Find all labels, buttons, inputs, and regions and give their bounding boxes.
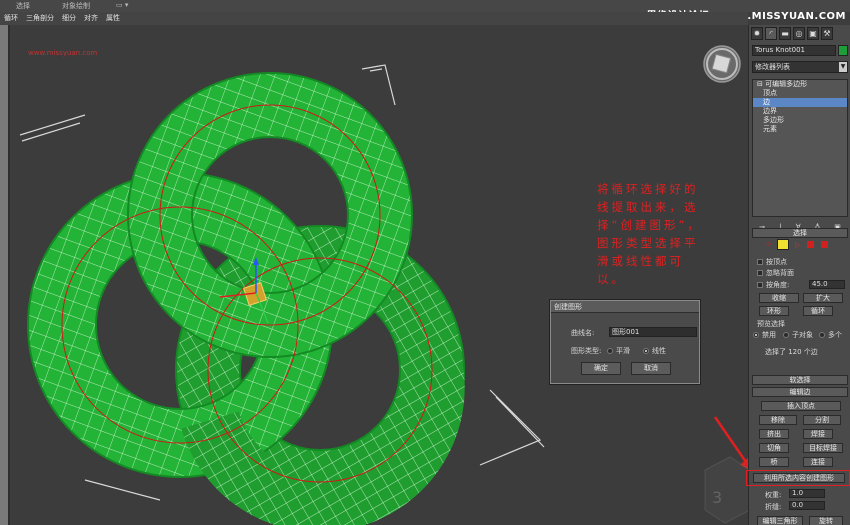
vertex-mode-icon[interactable]: ⁘: [765, 240, 773, 250]
chevron-down-icon: ▼: [839, 62, 847, 72]
target-weld-button[interactable]: 目标焊接: [803, 443, 843, 453]
radio-icon: [819, 332, 825, 338]
edit-triangulation-button[interactable]: 编辑三角形: [757, 516, 803, 525]
app-window: 选择 对象绘制 ▭ ▾ 思缘设计论坛 WWW.MISSYUAN.COM 循环 三…: [0, 0, 850, 525]
dialog-title: 创建图形: [551, 301, 699, 313]
weight-input[interactable]: 1.0: [789, 489, 825, 498]
radio-icon: [607, 348, 613, 354]
utilities-tab-icon[interactable]: ⚒: [821, 27, 833, 40]
create-tab-icon[interactable]: ✹: [751, 27, 763, 40]
selection-status: 选择了 120 个边: [765, 348, 818, 356]
shape-type-label: 图形类型:: [571, 347, 602, 355]
stack-item-vertex[interactable]: 顶点: [753, 89, 847, 98]
curve-name-label: 曲线名:: [571, 329, 595, 337]
ignore-backface-checkbox[interactable]: 忽略背面: [757, 268, 794, 278]
stack-item-editable-poly[interactable]: ⊟ 可编辑多边形: [753, 80, 847, 89]
angle-input[interactable]: 45.0: [809, 280, 845, 289]
by-vertex-checkbox[interactable]: 按顶点: [757, 257, 787, 267]
panel-tabs: ✹ ◜ ▬ ◎ ▣ ⚒: [751, 27, 849, 41]
crease-input[interactable]: 0.0: [789, 501, 825, 510]
preview-multiple-radio[interactable]: 多个: [819, 330, 842, 340]
bridge-button[interactable]: 桥: [759, 457, 789, 467]
menu-align[interactable]: 对齐: [80, 12, 102, 25]
preview-subobject-radio[interactable]: 子对象: [783, 330, 813, 340]
viewcube-icon[interactable]: [703, 45, 741, 83]
chamfer-button[interactable]: 切角: [759, 443, 789, 453]
left-scroll-strip: [0, 25, 8, 525]
element-mode-icon[interactable]: [821, 241, 828, 248]
extrude-button[interactable]: 挤出: [759, 429, 789, 439]
radio-linear[interactable]: 线性: [643, 346, 666, 356]
menu-subdivide[interactable]: 细分: [58, 12, 80, 25]
create-shape-highlight: [746, 470, 850, 486]
stack-item-element[interactable]: 元素: [753, 125, 847, 134]
selection-rollout-header[interactable]: 选择: [752, 228, 848, 238]
instruction-annotation: 将循环选择好的线提取出来，选择“创建图形”，图形类型选择平滑或线性都可以。: [597, 182, 702, 286]
edit-edges-rollout-header[interactable]: 编辑边: [752, 387, 848, 397]
stack-item-border[interactable]: 边界: [753, 107, 847, 116]
soft-selection-rollout-header[interactable]: 软选择: [752, 375, 848, 385]
object-paint-label: 对象绘制: [62, 2, 90, 10]
stack-item-edge[interactable]: 边: [753, 98, 847, 107]
turn-button[interactable]: 旋转: [809, 516, 843, 525]
checkbox-icon: [757, 259, 763, 265]
split-button[interactable]: 分割: [803, 415, 841, 425]
connect-button[interactable]: 连接: [803, 457, 833, 467]
edge-mode-icon[interactable]: [777, 239, 789, 250]
polygon-mode-icon[interactable]: [807, 241, 814, 248]
create-shape-dialog: 创建图形 曲线名: 图形001 图形类型: 平滑 线性 确定 取消: [550, 300, 700, 384]
checkbox-icon: [757, 282, 763, 288]
menu-properties[interactable]: 属性: [102, 12, 124, 25]
radio-smooth[interactable]: 平滑: [607, 346, 630, 356]
checkbox-icon: [757, 270, 763, 276]
preview-off-radio[interactable]: 禁用: [753, 330, 776, 340]
ribbon-menubar: 循环 三角剖分 细分 对齐 属性: [0, 12, 748, 25]
app-logo-icon: 3: [704, 456, 748, 524]
grow-button[interactable]: 扩大: [803, 293, 843, 303]
preview-selection-label: 预览选择: [757, 320, 785, 328]
object-color-swatch[interactable]: [838, 45, 848, 56]
crease-label: 折缝:: [765, 503, 782, 511]
radio-checked-icon: [753, 332, 759, 338]
remove-button[interactable]: 移除: [759, 415, 797, 425]
motion-tab-icon[interactable]: ◎: [793, 27, 805, 40]
stack-item-polygon[interactable]: 多边形: [753, 116, 847, 125]
loop-button[interactable]: 循环: [803, 306, 833, 316]
dropdown-icon[interactable]: ▭ ▾: [116, 1, 128, 9]
menu-triangulate[interactable]: 三角剖分: [22, 12, 58, 25]
select-label: 选择: [16, 2, 30, 10]
radio-checked-icon: [643, 348, 649, 354]
by-angle-checkbox[interactable]: 按角度:: [757, 280, 789, 290]
svg-text:3: 3: [712, 488, 722, 507]
object-name-field[interactable]: Torus Knot001: [752, 45, 836, 56]
display-tab-icon[interactable]: ▣: [807, 27, 819, 40]
ring-button[interactable]: 环形: [759, 306, 789, 316]
shrink-button[interactable]: 收缩: [759, 293, 799, 303]
modifier-stack: ⊟ 可编辑多边形 顶点 边 边界 多边形 元素: [752, 79, 848, 217]
radio-icon: [783, 332, 789, 338]
border-mode-icon[interactable]: ▷: [795, 241, 800, 249]
menu-loop[interactable]: 循环: [0, 12, 22, 25]
modifier-list-dropdown[interactable]: 修改器列表 ▼: [752, 61, 848, 73]
insert-vertex-button[interactable]: 插入顶点: [761, 401, 841, 411]
curve-name-input[interactable]: 图形001: [609, 327, 697, 337]
cancel-button[interactable]: 取消: [631, 362, 671, 375]
ok-button[interactable]: 确定: [581, 362, 621, 375]
weight-label: 权重:: [765, 491, 782, 499]
perspective-viewport[interactable]: www.missyuan.com 3 将循环选择好的线提取出来，选择“创建图形”…: [8, 25, 748, 525]
hierarchy-tab-icon[interactable]: ▬: [779, 27, 791, 40]
modify-tab-icon[interactable]: ◜: [765, 27, 777, 40]
weld-button[interactable]: 焊接: [803, 429, 833, 439]
command-panel: ✹ ◜ ▬ ◎ ▣ ⚒ Torus Knot001 修改器列表 ▼ ⊟ 可编辑多边…: [748, 25, 850, 525]
